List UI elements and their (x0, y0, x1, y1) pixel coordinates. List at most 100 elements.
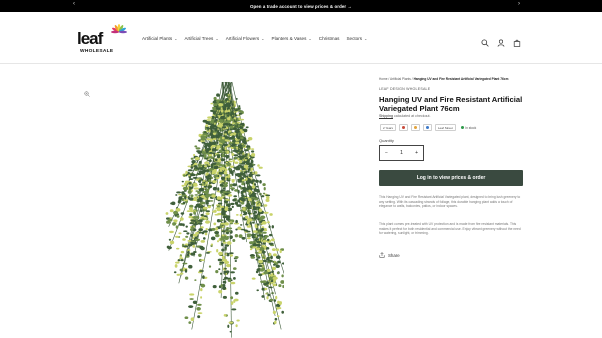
quantity-decrease-button[interactable]: − (385, 150, 388, 156)
login-to-order-button[interactable]: Log in to view prices & order (379, 170, 523, 186)
plant-leaf (195, 190, 199, 192)
plant-leaf (250, 167, 254, 171)
plant-leaf (268, 252, 272, 257)
breadcrumb-home[interactable]: Home (379, 77, 388, 81)
plant-leaf (226, 179, 231, 182)
nav-item-artificial-trees[interactable]: Artificial Trees ⌄ (184, 36, 218, 41)
plant-leaf (193, 199, 198, 201)
plant-leaf (224, 130, 228, 134)
plant-leaf (179, 257, 184, 259)
plant-leaf (238, 112, 243, 115)
nav-item-artificial-plants[interactable]: Artificial Plants ⌄ (142, 36, 177, 41)
plant-leaf (263, 283, 268, 285)
plant-leaf (210, 243, 214, 246)
plant-leaf (259, 229, 264, 232)
quantity-input[interactable]: 1 (400, 150, 403, 156)
plant-leaf (252, 230, 258, 233)
plant-leaf (262, 240, 267, 243)
plant-leaf (205, 194, 210, 198)
plant-leaf (245, 126, 249, 129)
plant-leaf (183, 199, 189, 202)
nav-item-christmas[interactable]: Christmas (319, 36, 340, 41)
plant-leaf (254, 224, 258, 228)
plant-leaf (200, 226, 204, 229)
plant-leaf (234, 256, 239, 259)
plant-leaf (218, 163, 222, 167)
plant-leaf (267, 261, 271, 264)
plant-leaf (200, 240, 206, 243)
plant-leaf (234, 298, 239, 302)
plant-leaf (246, 235, 251, 238)
plant-leaf (222, 280, 227, 284)
plant-leaf (252, 221, 255, 224)
plant-leaf (185, 174, 188, 177)
plant-leaf (181, 184, 185, 187)
plant-leaf (202, 206, 208, 210)
plant-leaf (229, 125, 234, 129)
plant-leaf (223, 314, 227, 317)
cart-icon[interactable] (513, 34, 521, 47)
breadcrumb-category[interactable]: Artificial Plants (390, 77, 411, 81)
nav-item-artificial-flowers[interactable]: Artificial Flowers ⌄ (226, 36, 265, 41)
share-button[interactable]: Share (379, 252, 400, 258)
plant-leaf (235, 228, 238, 231)
plant-leaf (215, 270, 219, 274)
plant-leaf (208, 179, 211, 183)
plant-leaf (221, 158, 224, 162)
breadcrumb: Home / Artificial Plants / Hanging UV an… (379, 77, 508, 81)
plant-leaf (248, 137, 253, 141)
stock-label: In stock (465, 125, 477, 130)
plant-leaf (187, 169, 193, 172)
plant-leaf (281, 274, 284, 278)
zoom-icon[interactable] (84, 84, 90, 97)
plant-leaf (173, 219, 178, 223)
announcement-prev-button[interactable]: ‹ (73, 1, 75, 7)
product-image[interactable] (132, 78, 284, 338)
plant-leaf (240, 171, 244, 173)
plant-leaf (227, 324, 230, 328)
plant-leaf (174, 264, 178, 268)
nav-item-planters-vases[interactable]: Planters & Vases ⌄ (272, 36, 312, 41)
plant-leaf (189, 228, 194, 231)
plant-leaf (176, 247, 180, 250)
plant-leaf (198, 253, 202, 257)
plant-leaf (205, 124, 209, 127)
plant-leaf (200, 213, 204, 217)
plant-leaf (213, 96, 217, 101)
stock-status: In stock (460, 125, 477, 130)
plant-leaf (251, 153, 256, 157)
plant-leaf (219, 101, 224, 104)
quantity-increase-button[interactable]: + (415, 150, 418, 156)
plant-leaf (258, 166, 263, 169)
plant-leaf (230, 171, 234, 175)
plant-leaf (262, 280, 267, 284)
account-icon[interactable] (497, 34, 505, 47)
plant-leaf (218, 120, 223, 123)
nav-item-sectors[interactable]: Sectors ⌄ (346, 36, 367, 41)
plant-leaf (178, 232, 182, 235)
plant-leaf (190, 194, 194, 198)
plant-leaf (261, 295, 265, 298)
logo[interactable]: leaf WHOLESALE (77, 23, 127, 57)
plant-leaf (247, 212, 252, 215)
plant-leaf (222, 106, 225, 110)
announcement-next-button[interactable]: › (518, 1, 520, 7)
plant-leaf (192, 244, 196, 248)
plant-leaf (232, 150, 237, 152)
product-badges: 2 Years Leaf Street In stock (380, 124, 476, 131)
shipping-link[interactable]: Shipping (379, 114, 393, 118)
chevron-down-icon: ⌄ (308, 36, 312, 41)
plant-leaf (207, 174, 212, 177)
plant-leaf (186, 232, 190, 235)
announcement-link[interactable]: Open a trade account to view prices & or… (250, 4, 352, 9)
plant-leaf (259, 180, 262, 184)
plant-leaf (246, 147, 250, 150)
search-icon[interactable] (481, 34, 489, 47)
plant-leaf (182, 238, 186, 241)
plant-leaf (267, 221, 270, 224)
plant-leaf (192, 300, 198, 304)
plant-leaf (235, 214, 239, 216)
plant-leaf (222, 187, 226, 190)
plant-leaf (275, 255, 281, 259)
plant-leaf (210, 125, 214, 128)
